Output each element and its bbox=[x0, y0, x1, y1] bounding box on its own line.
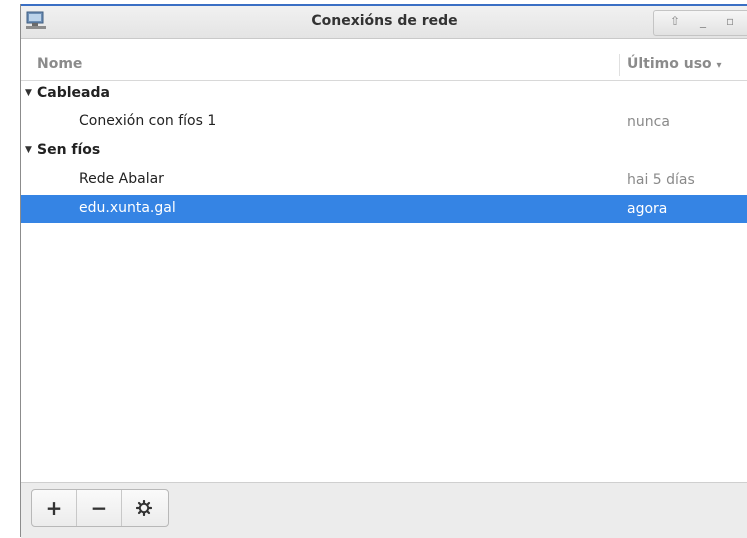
add-button[interactable]: + bbox=[32, 490, 77, 526]
connection-last-used: nunca bbox=[627, 114, 670, 130]
bottom-toolbar: + − bbox=[21, 482, 747, 538]
connections-list: Nome Último uso ▾ ▼ Cableada Conexión co… bbox=[21, 50, 747, 485]
expander-down-icon[interactable]: ▼ bbox=[25, 88, 32, 98]
title-bar[interactable]: Conexións de rede ⇧ _ ▫ ⨯ bbox=[21, 4, 747, 39]
gear-icon bbox=[136, 500, 152, 516]
plus-icon: + bbox=[45, 496, 63, 520]
group-row-wired[interactable]: ▼ Cableada bbox=[21, 80, 747, 108]
sort-down-icon: ▾ bbox=[716, 60, 722, 71]
group-row-wireless[interactable]: ▼ Sen fíos bbox=[21, 137, 747, 165]
list-header: Nome Último uso ▾ bbox=[21, 50, 747, 81]
window-controls: ⇧ _ ▫ ⨯ bbox=[653, 10, 747, 36]
list-item-selected[interactable]: edu.xunta.gal agora bbox=[21, 195, 747, 223]
maximize-up-icon[interactable]: ⇧ bbox=[670, 14, 680, 28]
connection-name: Conexión con fíos 1 bbox=[79, 113, 217, 129]
column-header-last-used[interactable]: Último uso ▾ bbox=[627, 56, 722, 72]
minus-icon: − bbox=[90, 496, 108, 520]
list-item[interactable]: Rede Abalar hai 5 días bbox=[21, 166, 747, 194]
remove-button[interactable]: − bbox=[77, 490, 122, 526]
column-header-name[interactable]: Nome bbox=[37, 56, 82, 72]
window-title: Conexións de rede bbox=[311, 13, 458, 29]
list-item[interactable]: Conexión con fíos 1 nunca bbox=[21, 108, 747, 136]
group-label: Cableada bbox=[37, 85, 110, 101]
restore-icon[interactable]: ▫ bbox=[726, 14, 734, 28]
connection-name: Rede Abalar bbox=[79, 171, 164, 187]
group-label: Sen fíos bbox=[37, 142, 101, 158]
expander-down-icon[interactable]: ▼ bbox=[25, 145, 32, 155]
settings-button[interactable] bbox=[122, 490, 166, 526]
network-connections-window: Conexións de rede ⇧ _ ▫ ⨯ Nome Último us… bbox=[20, 4, 747, 538]
toolbar-button-group: + − bbox=[31, 489, 169, 527]
connection-last-used: agora bbox=[627, 201, 668, 217]
minimize-icon[interactable]: _ bbox=[700, 14, 706, 28]
connection-last-used: hai 5 días bbox=[627, 172, 695, 188]
connection-name: edu.xunta.gal bbox=[79, 200, 176, 216]
